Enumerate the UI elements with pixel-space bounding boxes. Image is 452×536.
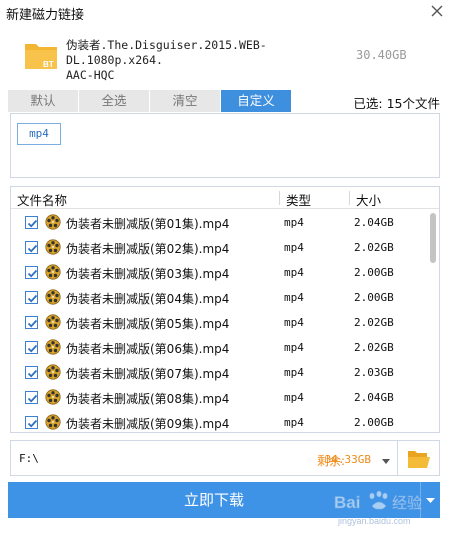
tab-default[interactable]: 默认 <box>8 90 79 112</box>
column-size[interactable]: 大小 <box>356 190 381 209</box>
file-size: 2.04GB <box>354 391 394 404</box>
film-reel-icon <box>44 414 62 430</box>
bt-badge: BT <box>43 60 54 69</box>
table-row[interactable]: 伪装者未删减版(第08集).mp4 mp4 2.04GB <box>11 385 431 410</box>
row-checkbox[interactable] <box>25 366 38 379</box>
film-reel-icon <box>44 214 62 230</box>
tab-clear[interactable]: 清空 <box>150 90 221 112</box>
torrent-name-line2: AAC-HQC <box>66 68 115 82</box>
file-type: mp4 <box>284 216 304 229</box>
file-type: mp4 <box>284 291 304 304</box>
file-type: mp4 <box>284 416 304 429</box>
table-row[interactable]: 伪装者未删减版(第03集).mp4 mp4 2.00GB <box>11 260 431 285</box>
file-name: 伪装者未删减版(第01集).mp4 <box>66 217 230 231</box>
table-row[interactable]: 伪装者未删减版(第05集).mp4 mp4 2.02GB <box>11 310 431 335</box>
film-reel-icon <box>44 389 62 405</box>
table-row[interactable]: 伪装者未删减版(第06集).mp4 mp4 2.02GB <box>11 335 431 360</box>
browse-folder-button[interactable] <box>398 440 440 476</box>
tab-custom[interactable]: 自定义 <box>221 90 292 112</box>
chevron-down-icon <box>426 498 435 503</box>
column-divider <box>279 191 280 205</box>
row-checkbox[interactable] <box>25 341 38 354</box>
file-size: 2.00GB <box>354 416 394 429</box>
row-checkbox[interactable] <box>25 216 38 229</box>
torrent-name: 伪装者.The.Disguiser.2015.WEB-DL.1080p.x264… <box>66 38 346 83</box>
file-type: mp4 <box>284 366 304 379</box>
torrent-name-line1: 伪装者.The.Disguiser.2015.WEB-DL.1080p.x264… <box>66 38 267 67</box>
file-type: mp4 <box>284 316 304 329</box>
film-reel-icon <box>44 289 62 305</box>
scroll-thumb[interactable] <box>430 213 436 263</box>
file-name: 伪装者未删减版(第04集).mp4 <box>66 292 230 306</box>
file-type: mp4 <box>284 266 304 279</box>
film-reel-icon <box>44 339 62 355</box>
file-name: 伪装者未删减版(第02集).mp4 <box>66 242 230 256</box>
filter-box: mp4 <box>10 113 440 178</box>
close-icon[interactable] <box>428 2 446 20</box>
scrollbar[interactable] <box>430 211 437 431</box>
column-divider <box>349 191 350 205</box>
file-name: 伪装者未删减版(第07集).mp4 <box>66 367 230 381</box>
torrent-info: BT 伪装者.The.Disguiser.2015.WEB-DL.1080p.x… <box>0 30 452 86</box>
save-path-input[interactable] <box>19 452 219 465</box>
tab-select-all[interactable]: 全选 <box>79 90 150 112</box>
column-type[interactable]: 类型 <box>286 190 311 209</box>
row-checkbox[interactable] <box>25 291 38 304</box>
download-now-button[interactable]: 立即下载 <box>8 482 420 518</box>
table-row[interactable]: 伪装者未删减版(第01集).mp4 mp4 2.04GB <box>11 210 431 235</box>
file-size: 2.02GB <box>354 341 394 354</box>
file-name: 伪装者未删减版(第09集).mp4 <box>66 417 230 431</box>
chevron-down-icon[interactable] <box>381 455 391 464</box>
save-path-bar: 剩余: 34.33GB <box>10 440 398 476</box>
file-size: 2.02GB <box>354 241 394 254</box>
file-size: 2.03GB <box>354 366 394 379</box>
table-row[interactable]: 伪装者未删减版(第09集).mp4 mp4 2.00GB <box>11 410 431 432</box>
open-folder-icon <box>408 451 430 468</box>
window-title: 新建磁力链接 <box>6 8 85 23</box>
file-name: 伪装者未删减版(第08集).mp4 <box>66 392 230 406</box>
file-size: 2.00GB <box>354 291 394 304</box>
file-type: mp4 <box>284 341 304 354</box>
table-row[interactable]: 伪装者未删减版(第07集).mp4 mp4 2.03GB <box>11 360 431 385</box>
row-checkbox[interactable] <box>25 241 38 254</box>
film-reel-icon <box>44 314 62 330</box>
row-checkbox[interactable] <box>25 266 38 279</box>
file-name: 伪装者未删减版(第03集).mp4 <box>66 267 230 281</box>
film-reel-icon <box>44 364 62 380</box>
file-name: 伪装者未删减版(第05集).mp4 <box>66 317 230 331</box>
film-reel-icon <box>44 264 62 280</box>
row-checkbox[interactable] <box>25 391 38 404</box>
title-bar: 新建磁力链接 <box>0 0 452 26</box>
file-name: 伪装者未删减版(第06集).mp4 <box>66 342 230 356</box>
file-type: mp4 <box>284 241 304 254</box>
film-reel-icon <box>44 239 62 255</box>
torrent-size: 30.40GB <box>356 48 407 62</box>
selection-tabs: 默认 全选 清空 自定义 <box>8 90 292 112</box>
row-checkbox[interactable] <box>25 416 38 429</box>
table-header: 文件名称 类型 大小 <box>11 187 439 209</box>
file-type: mp4 <box>284 391 304 404</box>
download-options-button[interactable] <box>420 482 440 518</box>
file-size: 2.02GB <box>354 316 394 329</box>
selected-count: 已选: 15个文件 <box>353 96 440 111</box>
free-space-value: 34.33GB <box>324 453 371 466</box>
column-name[interactable]: 文件名称 <box>17 190 67 209</box>
file-size: 2.00GB <box>354 266 394 279</box>
file-size: 2.04GB <box>354 216 394 229</box>
bt-folder-icon: BT <box>24 40 58 70</box>
table-row[interactable]: 伪装者未删减版(第04集).mp4 mp4 2.00GB <box>11 285 431 310</box>
file-list: 伪装者未删减版(第01集).mp4 mp4 2.04GB 伪装者未删减版(第02集).… <box>11 210 431 432</box>
row-checkbox[interactable] <box>25 316 38 329</box>
filter-chip-mp4[interactable]: mp4 <box>17 123 61 145</box>
file-table: 文件名称 类型 大小 伪装者未删减版(第01集).mp4 mp4 2.04GB 伪装者… <box>10 186 440 433</box>
table-row[interactable]: 伪装者未删减版(第02集).mp4 mp4 2.02GB <box>11 235 431 260</box>
